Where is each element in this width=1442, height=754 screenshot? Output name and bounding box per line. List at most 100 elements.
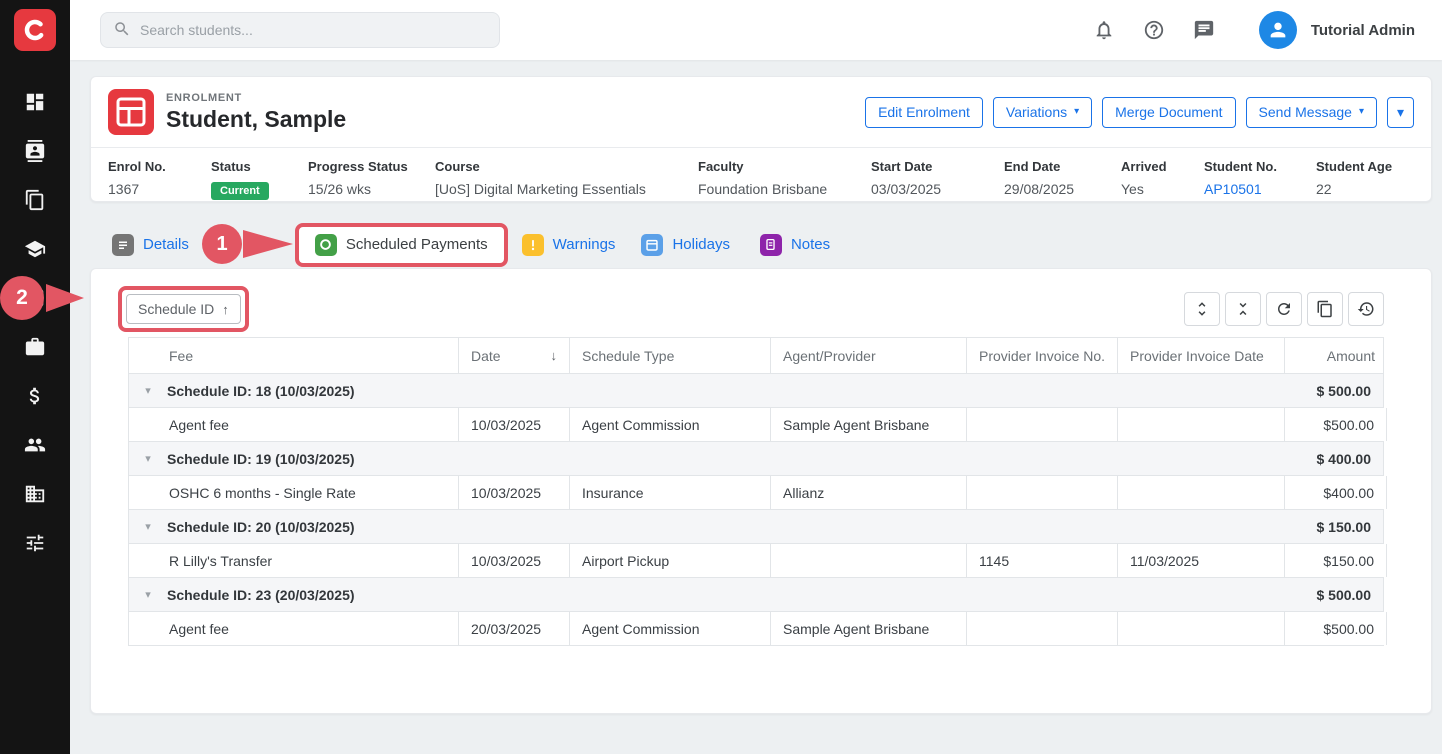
dashboard-icon [24,91,46,113]
edit-enrolment-button[interactable]: Edit Enrolment [865,97,983,128]
cell-provider-invoice-date [1118,612,1285,645]
sidebar-item-organisation[interactable] [0,482,70,506]
info-field-start-date: Start Date03/03/2025 [871,159,1004,200]
table-row[interactable]: Agent fee20/03/2025Agent CommissionSampl… [128,612,1384,646]
column-header-agent-provider[interactable]: Agent/Provider [771,338,967,373]
more-actions-button[interactable]: ▾ [1387,97,1414,128]
info-field-enrol-no: Enrol No.1367 [108,159,211,200]
cell-date: 10/03/2025 [459,544,570,577]
cell-fee: Agent fee [129,612,459,645]
column-header-fee[interactable]: Fee [129,338,459,373]
column-header-provider-invoice-date[interactable]: Provider Invoice Date [1118,338,1285,373]
cell-date: 10/03/2025 [459,408,570,441]
tab-details[interactable]: Details [112,234,189,256]
collapse-all-button[interactable] [1225,292,1261,326]
info-field-arrived: ArrivedYes [1121,159,1204,200]
sidebar-item-agents[interactable] [0,335,70,359]
payments-grid: FeeDate↓Schedule TypeAgent/ProviderProvi… [128,337,1384,646]
collapse-group-icon[interactable]: ▾ [129,452,167,465]
topbar-right: Tutorial Admin [1065,11,1415,49]
cell-schedule-type: Airport Pickup [570,544,771,577]
app-logo[interactable] [0,0,70,60]
cell-date: 20/03/2025 [459,612,570,645]
collapse-group-icon[interactable]: ▾ [129,384,167,397]
history-icon [1357,300,1375,318]
column-header-schedule-type[interactable]: Schedule Type [570,338,771,373]
sidebar-item-documents[interactable] [0,188,70,212]
notifications-icon[interactable] [1093,19,1115,41]
cell-amount: $500.00 [1285,612,1387,645]
info-field-status: StatusCurrent [211,159,308,200]
group-total: $ 500.00 [1281,587,1383,603]
merge-document-button[interactable]: Merge Document [1102,97,1235,128]
cell-provider-invoice-no [967,612,1118,645]
search-box[interactable] [100,12,500,48]
avatar[interactable] [1259,11,1297,49]
chevron-down-icon: ▾ [1359,107,1364,117]
notes-icon [760,234,782,256]
group-row-schedule-id-18-10-03-2025[interactable]: ▾Schedule ID: 18 (10/03/2025)$ 500.00 [128,374,1384,408]
cell-provider-invoice-date [1118,408,1285,441]
finance-icon [24,385,46,407]
tab-scheduled-payments[interactable]: Scheduled Payments [295,223,508,267]
tab-warnings[interactable]: Warnings [522,234,616,256]
send-message-button[interactable]: Send Message▾ [1246,97,1377,128]
column-header-date[interactable]: Date↓ [459,338,570,373]
enrolment-kicker: ENROLMENT [166,92,346,104]
groupby-chip-schedule-id[interactable]: Schedule ID ↑ [126,294,241,324]
details-icon [112,234,134,256]
table-row[interactable]: Agent fee10/03/2025Agent CommissionSampl… [128,408,1384,442]
variations-button[interactable]: Variations▾ [993,97,1092,128]
grid-toolbar [1184,292,1384,326]
sidebar-item-finance[interactable] [0,384,70,408]
sidebar-item-settings[interactable] [0,531,70,555]
column-header-provider-invoice-no[interactable]: Provider Invoice No. [967,338,1118,373]
cell-fee: R Lilly's Transfer [129,544,459,577]
info-field-student-no: Student No.AP10501 [1204,159,1316,200]
page-title: Student, Sample [166,106,346,133]
tab-holidays[interactable]: Holidays [641,234,730,256]
refresh-button[interactable] [1266,292,1302,326]
cell-fee: Agent fee [129,408,459,441]
annotation-step-1: 1 [202,224,242,264]
table-row[interactable]: R Lilly's Transfer10/03/2025Airport Pick… [128,544,1384,578]
collapse-group-icon[interactable]: ▾ [129,520,167,533]
enrolment-info-row: Enrol No.1367StatusCurrentProgress Statu… [91,148,1431,200]
sidebar-item-courses[interactable] [0,237,70,261]
info-field-progress-status: Progress Status15/26 wks [308,159,435,200]
enrolment-actions: Edit Enrolment Variations▾ Merge Document S… [865,97,1377,128]
courses-icon [24,238,46,260]
sort-asc-icon: ↑ [222,302,229,317]
sidebar-item-dashboard[interactable] [0,90,70,114]
export-button[interactable] [1307,292,1343,326]
cell-agent-provider: Sample Agent Brisbane [771,408,967,441]
contacts-icon [24,140,46,162]
info-field-faculty: FacultyFoundation Brisbane [698,159,871,200]
help-icon[interactable] [1143,19,1165,41]
enrolment-icon [108,89,154,135]
tab-notes[interactable]: Notes [760,234,830,256]
table-row[interactable]: OSHC 6 months - Single Rate10/03/2025Ins… [128,476,1384,510]
history-button[interactable] [1348,292,1384,326]
cell-provider-invoice-no [967,408,1118,441]
cell-amount: $400.00 [1285,476,1387,509]
column-header-amount[interactable]: Amount [1285,338,1387,373]
cell-fee: OSHC 6 months - Single Rate [129,476,459,509]
group-total: $ 400.00 [1281,451,1383,467]
group-row-schedule-id-19-10-03-2025[interactable]: ▾Schedule ID: 19 (10/03/2025)$ 400.00 [128,442,1384,476]
search-input[interactable] [140,22,487,38]
expand-all-button[interactable] [1184,292,1220,326]
group-label: Schedule ID: 20 (10/03/2025) [167,519,355,535]
chat-icon[interactable] [1193,19,1215,41]
annotation-arrow-2 [46,284,84,312]
collapse-group-icon[interactable]: ▾ [129,588,167,601]
sidebar-item-contacts[interactable] [0,139,70,163]
group-row-schedule-id-20-10-03-2025[interactable]: ▾Schedule ID: 20 (10/03/2025)$ 150.00 [128,510,1384,544]
sidebar-item-staff[interactable] [0,433,70,457]
student-no-link[interactable]: AP10501 [1204,181,1262,197]
staff-icon [24,434,46,456]
cell-schedule-type: Agent Commission [570,408,771,441]
enrolment-title-row: ENROLMENT Student, Sample Edit Enrolment… [91,77,1431,148]
group-row-schedule-id-23-20-03-2025[interactable]: ▾Schedule ID: 23 (20/03/2025)$ 500.00 [128,578,1384,612]
holidays-icon [641,234,663,256]
